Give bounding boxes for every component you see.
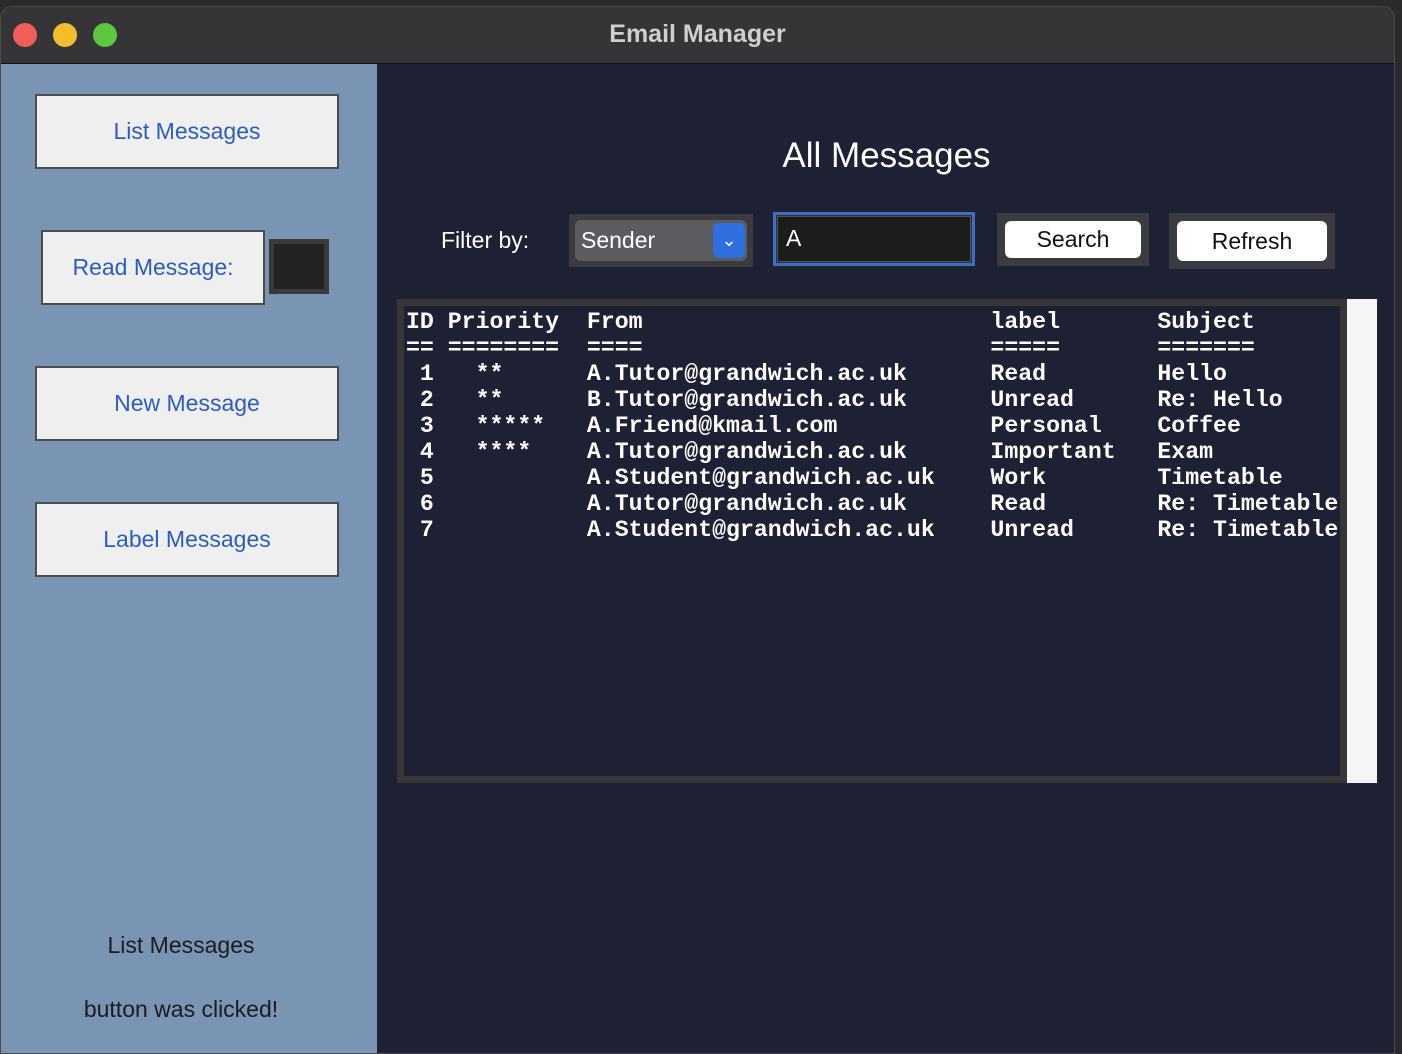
new-message-button[interactable]: New Message	[35, 366, 339, 441]
status-message-line-1: List Messages	[107, 932, 255, 958]
filter-select[interactable]: Sender ⌄	[575, 220, 747, 261]
filter-select-container: Sender ⌄	[569, 214, 753, 267]
label-messages-button[interactable]: Label Messages	[35, 502, 339, 577]
page-title: All Messages	[782, 136, 991, 175]
search-button[interactable]: Search	[1005, 221, 1141, 258]
read-message-id-input[interactable]	[269, 239, 329, 294]
status-message-line-2: button was clicked!	[83, 996, 279, 1022]
app-window: Email Manager List Messages Read Message…	[0, 6, 1395, 1054]
read-message-button[interactable]: Read Message:	[41, 230, 265, 305]
refresh-button-container: Refresh	[1169, 213, 1335, 269]
search-button-container: Search	[997, 213, 1149, 266]
list-messages-button[interactable]: List Messages	[35, 94, 339, 169]
messages-listing: ID Priority From label Subject == ======…	[406, 309, 1339, 543]
search-field-container: A	[773, 212, 975, 266]
messages-text-area[interactable]: ID Priority From label Subject == ======…	[397, 299, 1347, 783]
chevron-down-icon[interactable]: ⌄	[713, 223, 745, 258]
search-input[interactable]: A	[777, 216, 971, 262]
main-panel: All Messages Filter by: Sender ⌄ A Searc…	[377, 64, 1394, 1053]
sidebar: List Messages Read Message: New Message …	[1, 64, 377, 1053]
filter-select-value: Sender	[581, 227, 656, 253]
title-bar[interactable]: Email Manager	[1, 7, 1394, 64]
messages-scrollbar[interactable]	[1347, 299, 1377, 783]
refresh-button[interactable]: Refresh	[1177, 221, 1327, 261]
filter-label: Filter by:	[441, 227, 530, 253]
window-title: Email Manager	[609, 20, 786, 48]
